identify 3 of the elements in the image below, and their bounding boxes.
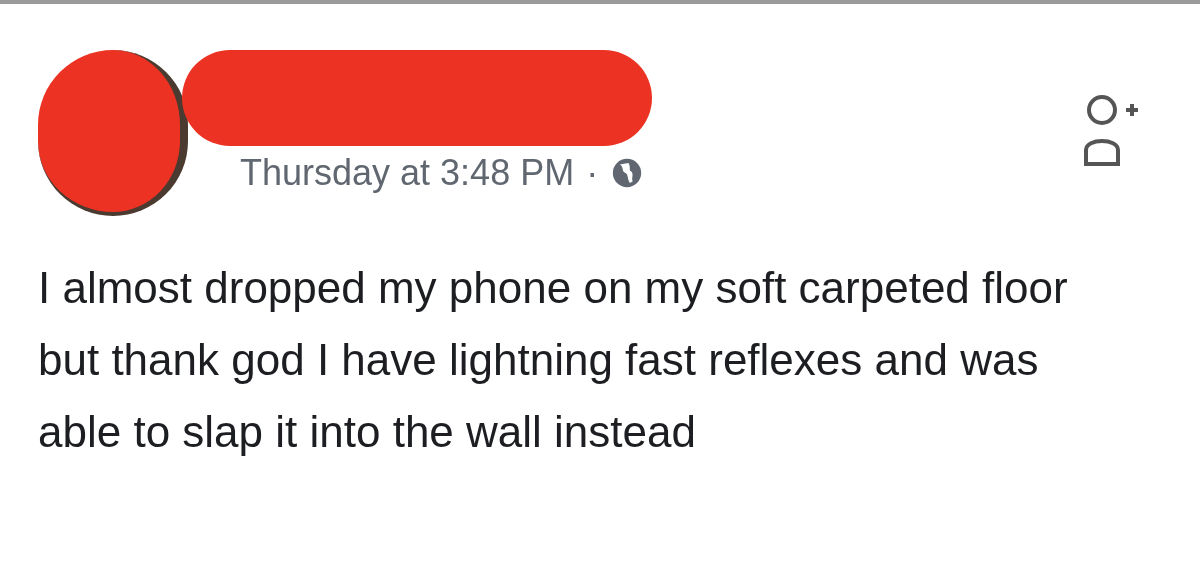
- timestamp[interactable]: Thursday at 3:48 PM: [240, 146, 575, 200]
- separator: ·: [586, 151, 599, 195]
- post-text: I almost dropped my phone on my soft carpeted floor but thank god I have lightning fast reflexes and was able to slap it into the wall instead: [38, 262, 1069, 458]
